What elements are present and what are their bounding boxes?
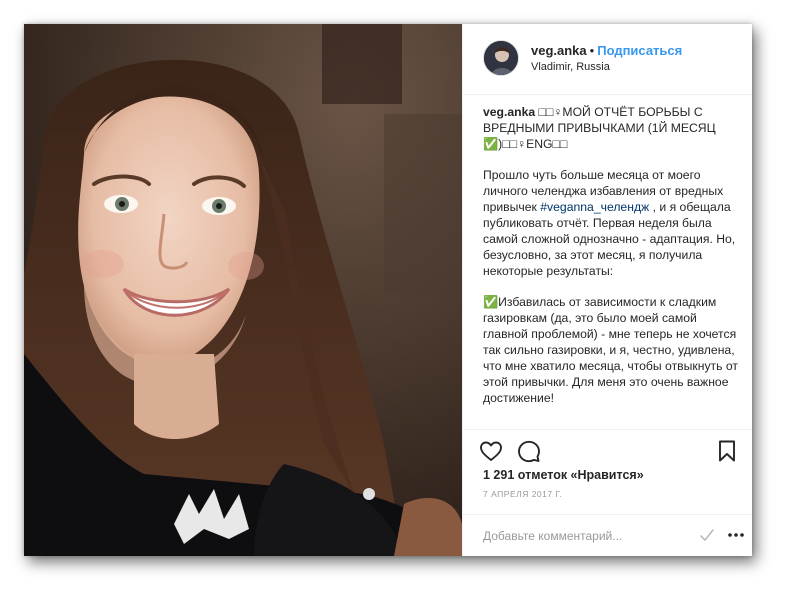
follow-button[interactable]: Подписаться [597,43,682,58]
comment-input[interactable] [483,527,683,545]
location-link[interactable]: Vladimir, Russia [531,61,610,73]
comment-icon[interactable] [517,439,541,463]
action-bar [463,429,752,470]
bookmark-icon[interactable] [715,439,739,463]
hashtag-link[interactable]: #veganna_челендж [540,200,649,214]
caption-title-paragraph: veg.anka □□♀МОЙ ОТЧЁТ БОРЬБЫ С ВРЕДНЫМИ … [483,104,745,152]
more-icon[interactable] [727,527,745,543]
instagram-post-frame: veg.anka • Подписаться Vladimir, Russia ve… [24,24,752,556]
username-link[interactable]: veg.anka [531,43,587,58]
avatar[interactable] [483,40,519,76]
post-side-panel: veg.anka • Подписаться Vladimir, Russia ve… [462,24,752,556]
post-date[interactable]: 7 АПРЕЛЯ 2017 Г. [483,489,562,499]
heart-icon[interactable] [479,439,503,463]
username-row: veg.anka • Подписаться [531,43,682,59]
separator-dot: • [589,43,595,58]
caption-paragraph-2: ✅Избавилась от зависимости к сладким газ… [483,295,738,405]
post-photo[interactable] [24,24,462,556]
comment-bar [463,514,752,556]
caption: veg.anka □□♀МОЙ ОТЧЁТ БОРЬБЫ С ВРЕДНЫМИ … [483,104,745,428]
caption-username[interactable]: veg.anka [483,105,535,119]
caption-paragraph-1: Прошло чуть больше месяца от моего лично… [483,167,745,279]
likes-count[interactable]: 1 291 отметок «Нравится» [483,468,644,482]
post-header: veg.anka • Подписаться Vladimir, Russia [463,24,752,95]
emoji-icon[interactable] [699,527,715,543]
